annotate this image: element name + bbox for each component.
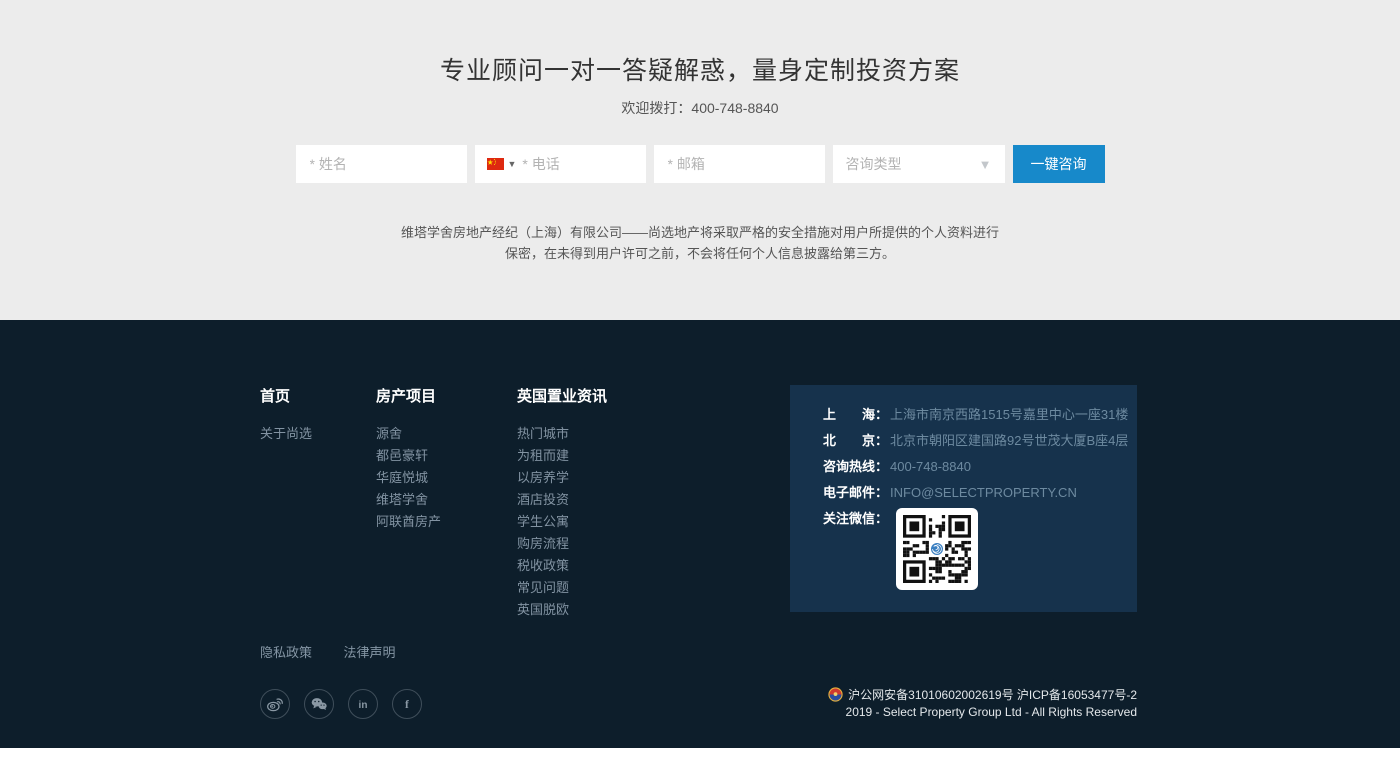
contact-row-beijing: 北 京： 北京市朝阳区建国路92号世茂大厦B座4层 [823,434,1137,448]
legal-notice-link[interactable]: 法律声明 [343,645,395,660]
facebook-icon[interactable]: f [392,689,422,719]
footer-heading-uk-info[interactable]: 英国置业资讯 [517,385,790,406]
wechat-icon[interactable] [304,689,334,719]
weibo-icon[interactable] [260,689,290,719]
contact-row-email: 电子邮件： INFO@SELECTPROPERTY.CN [823,486,1137,500]
beian-line[interactable]: 沪公网安备31010602002619号 沪ICP备16053477号-2 [828,687,1137,704]
footer-link-project[interactable]: 华庭悦城 [376,467,517,489]
footer-heading-home[interactable]: 首页 [260,385,376,406]
inquiry-type-value: 咨询类型 [846,154,902,174]
privacy-disclaimer: 维塔学舍房地产经纪（上海）有限公司——尚选地产将采取严格的安全措施对用户所提供的… [0,222,1400,264]
name-input[interactable] [296,145,467,183]
social-icons: in f [260,689,422,719]
footer-link-project[interactable]: 都邑豪轩 [376,445,517,467]
legal-links: 隐私政策 法律声明 [260,642,1137,662]
phone-field[interactable]: ▼ [475,145,646,183]
footer-link-info[interactable]: 学生公寓 [517,511,790,533]
phone-input[interactable] [522,145,645,183]
footer-column-home: 首页 关于尚选 [260,385,376,445]
beijing-address: 北京市朝阳区建国路92号世茂大厦B座4层 [890,434,1128,448]
contact-row-hotline: 咨询热线： 400-748-8840 [823,460,1137,474]
footer-link-info[interactable]: 英国脱欧 [517,599,790,621]
consult-section: 专业顾问一对一答疑解惑，量身定制投资方案 欢迎拨打：400-748-8840 ▼… [0,0,1400,320]
country-caret-icon: ▼ [508,159,517,169]
privacy-policy-link[interactable]: 隐私政策 [260,645,312,660]
wechat-qr-code [896,508,978,590]
footer-link-project[interactable]: 阿联酋房产 [376,511,517,533]
hotline-subtitle: 欢迎拨打：400-748-8840 [0,98,1400,118]
contact-email-link[interactable]: INFO@SELECTPROPERTY.CN [890,486,1077,500]
footer-link-about[interactable]: 关于尚选 [260,423,376,445]
footer-link-info[interactable]: 以房养学 [517,467,790,489]
footer-link-info[interactable]: 热门城市 [517,423,790,445]
footer-link-project[interactable]: 源舍 [376,423,517,445]
footer-heading-projects[interactable]: 房产项目 [376,385,517,406]
bottom-strip [0,748,1400,779]
rights-line: 2019 - Select Property Group Ltd - All R… [828,704,1137,721]
section-title: 专业顾问一对一答疑解惑，量身定制投资方案 [0,0,1400,87]
china-flag-icon[interactable] [487,158,504,170]
footer-link-info[interactable]: 为租而建 [517,445,790,467]
shanghai-address: 上海市南京西路1515号嘉里中心一座31楼 [890,408,1128,422]
footer-link-info[interactable]: 酒店投资 [517,489,790,511]
submit-button[interactable]: 一键咨询 [1013,145,1105,183]
contact-row-shanghai: 上 海： 上海市南京西路1515号嘉里中心一座31楼 [823,408,1137,422]
contact-info-box: 上 海： 上海市南京西路1515号嘉里中心一座31楼 北 京： 北京市朝阳区建国… [790,385,1137,612]
svg-text:f: f [405,698,409,711]
police-badge-icon [828,687,843,702]
footer-column-projects: 房产项目 源舍 都邑豪轩 华庭悦城 维塔学舍 阿联酋房产 [376,385,517,533]
inquiry-type-select[interactable]: 咨询类型 ▼ [833,145,1005,183]
copyright: 沪公网安备31010602002619号 沪ICP备16053477号-2 20… [828,687,1137,721]
footer-column-uk-info: 英国置业资讯 热门城市 为租而建 以房养学 酒店投资 学生公寓 购房流程 税收政… [517,385,790,621]
footer-link-project[interactable]: 维塔学舍 [376,489,517,511]
linkedin-icon[interactable]: in [348,689,378,719]
consult-form: ▼ 咨询类型 ▼ 一键咨询 [0,145,1400,183]
email-input[interactable] [654,145,825,183]
footer: 首页 关于尚选 房产项目 源舍 都邑豪轩 华庭悦城 维塔学舍 阿联酋房产 英国置… [0,320,1400,748]
footer-link-info[interactable]: 购房流程 [517,533,790,555]
chevron-down-icon: ▼ [979,157,992,172]
footer-link-info[interactable]: 税收政策 [517,555,790,577]
footer-link-info[interactable]: 常见问题 [517,577,790,599]
svg-text:in: in [359,700,368,711]
hotline-number: 400-748-8840 [890,460,971,474]
contact-row-wechat: 关注微信： [823,512,1137,590]
